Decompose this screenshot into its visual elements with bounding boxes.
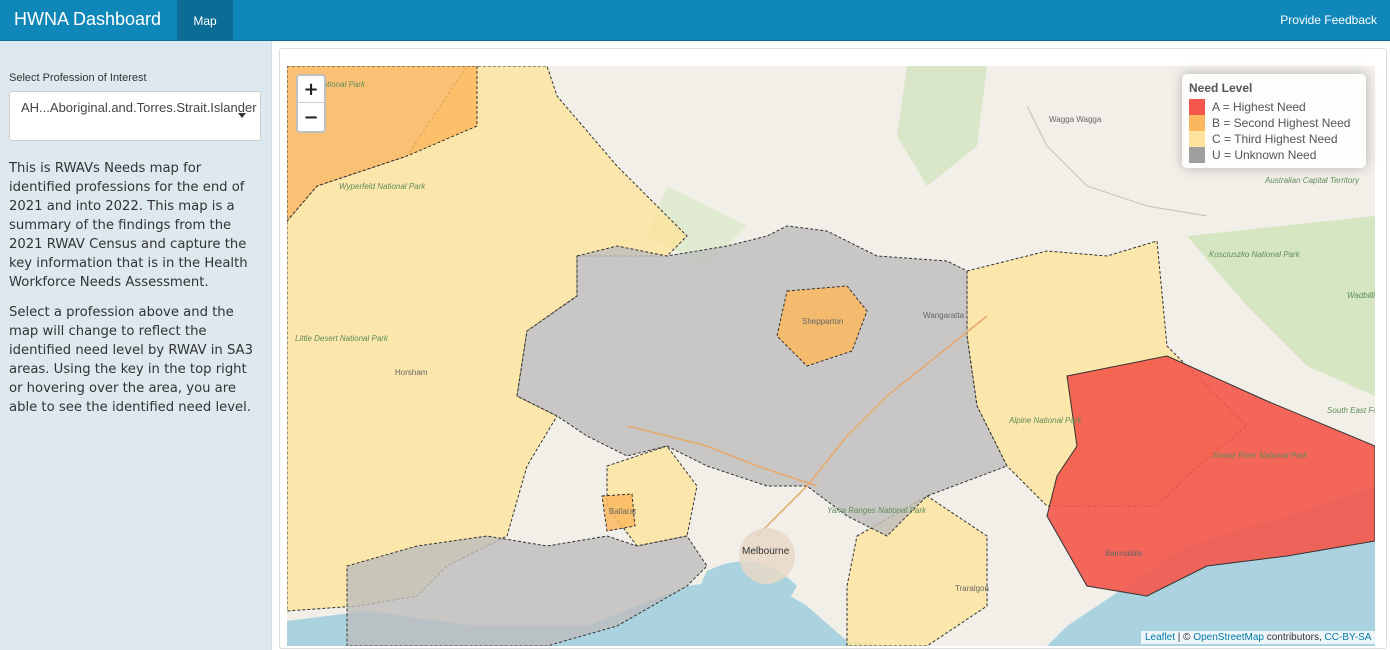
description-paragraph-1: This is RWAVs Needs map for identified p… [9, 161, 248, 290]
map-attribution: Leaflet | © OpenStreetMap contributors, … [1141, 631, 1376, 644]
label-ballarat: Ballarat [609, 507, 637, 516]
label-kosciuszko: Kosciuszko National Park [1209, 250, 1300, 259]
label-yarra: Yarra Ranges National Park [827, 506, 927, 515]
zoom-out-button[interactable]: − [298, 104, 324, 131]
legend-item-u: U = Unknown Need [1189, 147, 1316, 163]
need-level-legend: Need Level A = Highest Need B = Second H… [1182, 74, 1366, 168]
sidebar-panel: Select Profession of Interest AH...Abori… [0, 41, 272, 650]
profession-select-label: Select Profession of Interest [9, 72, 147, 84]
tab-map[interactable]: Map [177, 0, 233, 41]
label-bairnsdale: Bairnsdale [1105, 549, 1143, 558]
description-paragraph-2: Select a profession above and the map wi… [9, 305, 253, 415]
legend-label-u: U = Unknown Need [1212, 148, 1317, 162]
label-snowy: Snowy River National Park [1212, 451, 1308, 460]
label-south-east-forest: South East Forest National Park [1327, 406, 1375, 415]
legend-swatch-b [1189, 115, 1205, 131]
legend-label-c: C = Third Highest Need [1212, 132, 1338, 146]
label-horsham: Horsham [395, 368, 428, 377]
label-shepparton: Shepparton [802, 317, 844, 326]
profession-select-value: AH...Aboriginal.and.Torres.Strait.Island… [21, 100, 257, 115]
label-melbourne: Melbourne [742, 546, 790, 557]
legend-item-a: A = Highest Need [1189, 99, 1306, 115]
attribution-contributors: contributors, [1263, 632, 1325, 643]
label-wadbilliga: Wadbilliga National Park [1347, 291, 1375, 300]
caret-down-icon [238, 113, 246, 118]
legend-swatch-c [1189, 131, 1205, 147]
legend-label-a: A = Highest Need [1212, 100, 1306, 114]
label-wangaratta: Wangaratta [923, 311, 965, 320]
label-alpine: Alpine National Park [1009, 416, 1082, 425]
app-brand[interactable]: HWNA Dashboard [14, 9, 161, 30]
top-navbar: HWNA Dashboard Map Provide Feedback [0, 0, 1390, 41]
leaflet-link[interactable]: Leaflet [1145, 632, 1175, 643]
legend-label-b: B = Second Highest Need [1212, 116, 1351, 130]
label-wagga: Wagga Wagga [1049, 115, 1102, 124]
osm-link[interactable]: OpenStreetMap [1193, 632, 1264, 643]
legend-item-b: B = Second Highest Need [1189, 115, 1350, 131]
legend-swatch-u [1189, 147, 1205, 163]
label-little-desert: Little Desert National Park [295, 334, 388, 343]
zoom-control: + − [296, 74, 326, 133]
profession-select[interactable]: AH...Aboriginal.and.Torres.Strait.Island… [9, 91, 261, 141]
provide-feedback-link[interactable]: Provide Feedback [1280, 13, 1377, 27]
legend-item-c: C = Third Highest Need [1189, 131, 1338, 147]
label-wyperfeld: Wyperfeld National Park [339, 182, 426, 191]
attribution-separator: | © [1175, 632, 1194, 643]
legend-title: Need Level [1189, 81, 1253, 95]
label-act: Australian Capital Territory [1265, 176, 1359, 185]
license-link[interactable]: CC-BY-SA [1325, 632, 1372, 643]
zoom-in-button[interactable]: + [298, 76, 324, 103]
legend-swatch-a [1189, 99, 1205, 115]
label-traralgon: Traralgon [955, 584, 989, 593]
